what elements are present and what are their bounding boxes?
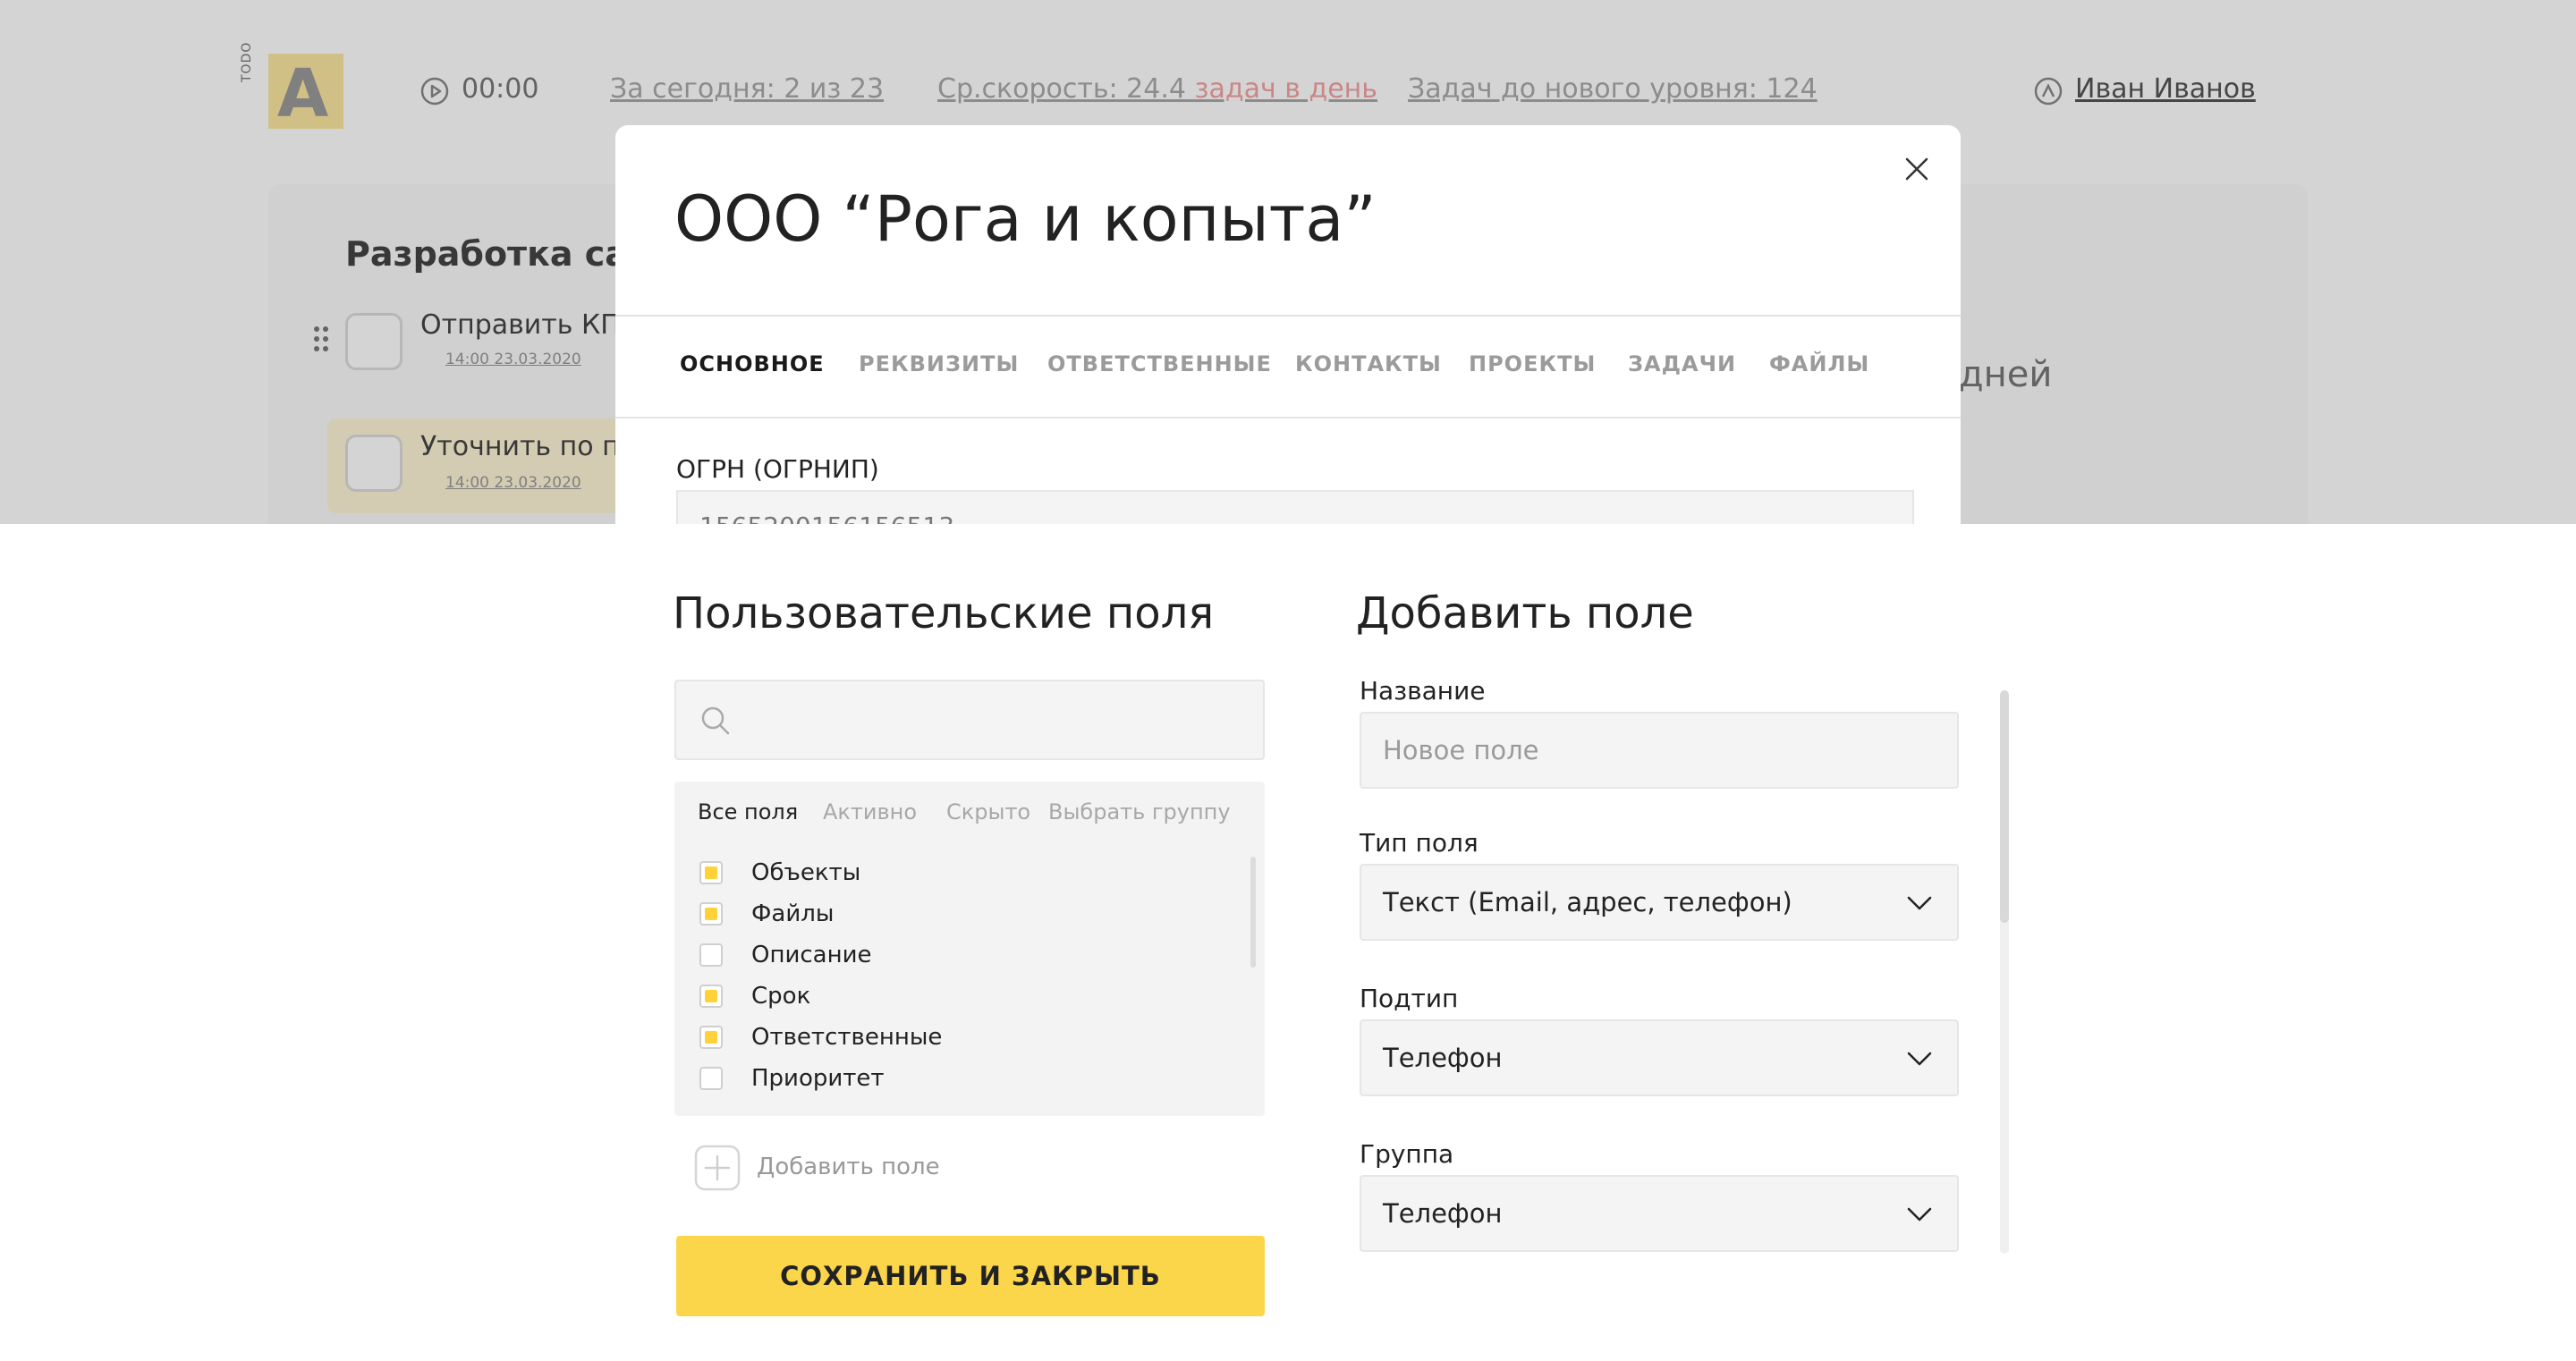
name-label: Название [1360,676,1486,706]
background-app: A TODO 00:00 За сегодня: 2 из 23 Ср.скор… [0,0,2576,524]
group-label: Группа [1360,1139,1454,1169]
field-item-label: Приоритет [751,1065,885,1092]
field-item-label: Ответственные [751,1024,943,1051]
chevron-down-icon [1907,1052,1932,1066]
stat-speed-suffix: задач в день [1194,73,1377,105]
logo[interactable]: A [268,54,343,132]
field-item-label: Файлы [751,900,835,927]
add-field-label: Добавить поле [757,1154,940,1180]
field-item-label: Срок [751,983,811,1010]
checkbox[interactable] [699,985,723,1008]
subtype-label: Подтип [1360,984,1459,1013]
group-select[interactable]: Телефон [1360,1175,1959,1252]
filter-hidden[interactable]: Скрыто [946,799,1030,824]
task-title[interactable]: Отправить КП з [420,309,643,341]
user-icon [2034,77,2063,106]
client-modal: ООО “Рога и копыта” ОСНОВНОЕ РЕКВИЗИТЫ О… [615,125,1961,524]
plus-icon [694,1145,741,1191]
search-input[interactable] [674,680,1265,760]
tab-tasks[interactable]: ЗАДАЧИ [1628,351,1736,376]
logo-letter: A [277,55,329,132]
tab-responsible[interactable]: ОТВЕТСТВЕННЫЕ [1047,351,1272,376]
divider [615,315,1961,317]
task-checkbox[interactable] [345,435,402,492]
checkbox[interactable] [699,1067,723,1090]
group-value: Телефон [1383,1198,1503,1229]
close-icon[interactable] [1903,156,1930,182]
filter-active[interactable]: Активно [823,799,917,824]
list-scrollbar[interactable] [1250,857,1256,968]
modal-title: ООО “Рога и копыта” [674,182,1377,256]
logo-vertical-text: TODO [240,41,254,82]
search-icon [701,706,730,735]
drag-handle-icon[interactable] [313,325,329,352]
stat-level-link[interactable]: Задач до нового уровня: 124 [1408,73,1818,105]
tab-files[interactable]: ФАЙЛЫ [1769,351,1869,376]
task-checkbox[interactable] [345,313,402,370]
ogrn-field[interactable]: 1565200156156513 [676,490,1914,524]
task-title[interactable]: Уточнить по по [420,431,636,462]
chevron-down-icon [1907,896,1932,910]
chevron-down-icon [1907,1207,1932,1222]
type-value: Текст (Email, адрес, телефон) [1383,887,1792,917]
save-and-close-button[interactable]: СОХРАНИТЬ И ЗАКРЫТЬ [676,1236,1265,1316]
filter-choose-group[interactable]: Выбрать группу [1048,799,1231,824]
panel-scrollbar-thumb[interactable] [2000,690,2009,923]
filter-all[interactable]: Все поля [698,799,798,824]
add-field-button[interactable]: Добавить поле [694,1145,962,1191]
stat-speed-prefix: Ср.скорость: 24.4 [937,73,1195,105]
subtype-select[interactable]: Телефон [1360,1019,1959,1096]
user-name-link[interactable]: Иван Иванов [2075,73,2256,105]
stat-today-link[interactable]: За сегодня: 2 из 23 [610,73,884,105]
panel-scrollbar-track[interactable] [2000,690,2009,1254]
play-icon[interactable] [420,77,449,106]
add-field-title: Добавить поле [1356,588,1694,638]
tab-main[interactable]: ОСНОВНОЕ [680,351,825,376]
custom-fields-title: Пользовательские поля [673,588,1215,638]
tab-requisites[interactable]: РЕКВИЗИТЫ [859,351,1019,376]
ogrn-value: 1565200156156513 [699,511,954,524]
divider [615,417,1961,418]
field-item-label: Описание [751,942,872,968]
side-text: дней [1959,354,2053,395]
field-item-label: Объекты [751,859,861,886]
checkbox[interactable] [699,861,723,884]
name-placeholder: Новое поле [1383,735,1539,765]
settings-panel [0,524,2576,1361]
type-select[interactable]: Текст (Email, адрес, телефон) [1360,864,1959,941]
name-input[interactable]: Новое поле [1360,712,1959,789]
task-meta: 14:00 23.03.2020 [445,474,581,492]
save-and-close-label: СОХРАНИТЬ И ЗАКРЫТЬ [780,1261,1161,1291]
timer-value: 00:00 [462,73,539,105]
tab-contacts[interactable]: КОНТАКТЫ [1295,351,1442,376]
ogrn-label: ОГРН (ОГРНИП) [676,454,879,484]
stat-speed-link[interactable]: Ср.скорость: 24.4 задач в день [937,73,1377,105]
checkbox[interactable] [699,943,723,967]
task-meta: 14:00 23.03.2020 [445,351,581,368]
checkbox[interactable] [699,902,723,926]
subtype-value: Телефон [1383,1043,1503,1073]
tab-projects[interactable]: ПРОЕКТЫ [1469,351,1596,376]
type-label: Тип поля [1360,828,1479,858]
checkbox[interactable] [699,1026,723,1049]
